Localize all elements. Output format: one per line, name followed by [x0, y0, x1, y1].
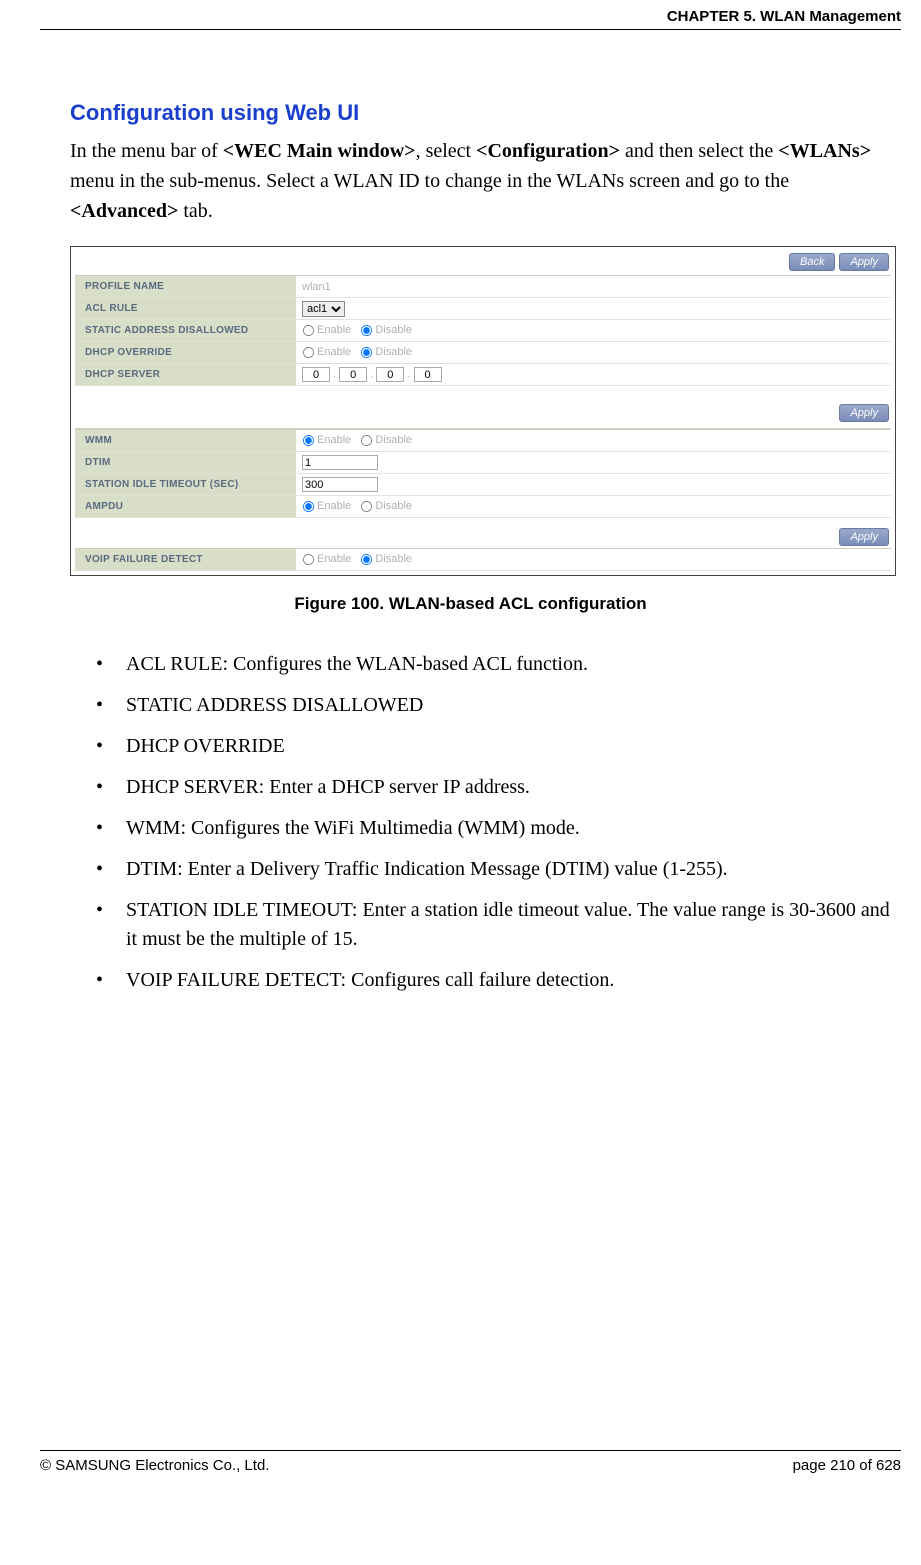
intro-bold: <Advanced>	[70, 200, 178, 222]
back-button[interactable]: Back	[789, 253, 835, 271]
intro-text: , select	[416, 140, 477, 162]
table-row: DTIM	[75, 452, 891, 474]
chapter-header: CHAPTER 5. WLAN Management	[40, 8, 901, 30]
wmm-disable-radio[interactable]	[361, 435, 372, 446]
static-addr-enable-radio[interactable]	[303, 325, 314, 336]
dhcp-ip-octet-4[interactable]	[414, 367, 442, 382]
copyright-text: © SAMSUNG Electronics Co., Ltd.	[40, 1457, 269, 1474]
bullet-dot: •	[96, 855, 126, 884]
bullet-list: •ACL RULE: Configures the WLAN-based ACL…	[96, 650, 896, 995]
radio-label: Disable	[375, 346, 412, 358]
profile-name-value: wlan1	[302, 281, 331, 293]
bullet-text: STATION IDLE TIMEOUT: Enter a station id…	[126, 896, 896, 954]
list-item: •WMM: Configures the WiFi Multimedia (WM…	[96, 814, 896, 843]
page-footer: © SAMSUNG Electronics Co., Ltd. page 210…	[40, 1450, 901, 1494]
dhcp-override-disable-radio[interactable]	[361, 347, 372, 358]
radio-label: Enable	[317, 346, 351, 358]
intro-text: and then select the	[620, 140, 778, 162]
row-label: DHCP OVERRIDE	[75, 342, 296, 364]
dhcp-override-enable-radio[interactable]	[303, 347, 314, 358]
bullet-dot: •	[96, 966, 126, 995]
table-row: DHCP SERVER . . .	[75, 364, 891, 386]
bullet-dot: •	[96, 814, 126, 843]
bullet-dot: •	[96, 691, 126, 720]
apply-button[interactable]: Apply	[839, 253, 889, 271]
section-title: Configuration using Web UI	[70, 100, 901, 126]
intro-bold: <Configuration>	[476, 140, 620, 162]
list-item: •STATION IDLE TIMEOUT: Enter a station i…	[96, 896, 896, 954]
radio-label: Disable	[375, 434, 412, 446]
radio-label: Enable	[317, 553, 351, 565]
intro-text: menu in the sub-menus. Select a WLAN ID …	[70, 170, 789, 192]
apply-button[interactable]: Apply	[839, 404, 889, 422]
ampdu-disable-radio[interactable]	[361, 501, 372, 512]
intro-text: tab.	[178, 200, 212, 222]
station-idle-timeout-input[interactable]	[302, 477, 378, 492]
voip-failure-disable-radio[interactable]	[361, 554, 372, 565]
row-label: DHCP SERVER	[75, 364, 296, 386]
bullet-dot: •	[96, 896, 126, 954]
acl-rule-select[interactable]: acl1	[302, 301, 345, 317]
intro-bold: <WEC Main window>	[223, 140, 416, 162]
intro-text: In the menu bar of	[70, 140, 223, 162]
bullet-dot: •	[96, 773, 126, 802]
dhcp-ip-octet-1[interactable]	[302, 367, 330, 382]
bullet-text: DTIM: Enter a Delivery Traffic Indicatio…	[126, 855, 728, 884]
bullet-text: ACL RULE: Configures the WLAN-based ACL …	[126, 650, 588, 679]
config-table-3: VOIP FAILURE DETECT Enable Disable	[75, 548, 891, 571]
list-item: •DHCP SERVER: Enter a DHCP server IP add…	[96, 773, 896, 802]
bullet-text: VOIP FAILURE DETECT: Configures call fai…	[126, 966, 614, 995]
figure-caption: Figure 100. WLAN-based ACL configuration	[40, 594, 901, 614]
bullet-text: STATIC ADDRESS DISALLOWED	[126, 691, 423, 720]
table-row: VOIP FAILURE DETECT Enable Disable	[75, 549, 891, 571]
table-row: DHCP OVERRIDE Enable Disable	[75, 342, 891, 364]
bullet-dot: •	[96, 732, 126, 761]
table-row: ACL RULE acl1	[75, 298, 891, 320]
wmm-enable-radio[interactable]	[303, 435, 314, 446]
bullet-text: DHCP SERVER: Enter a DHCP server IP addr…	[126, 773, 530, 802]
row-label: AMPDU	[75, 496, 296, 518]
dhcp-ip-octet-3[interactable]	[376, 367, 404, 382]
bullet-text: DHCP OVERRIDE	[126, 732, 285, 761]
list-item: •DHCP OVERRIDE	[96, 732, 896, 761]
table-row: PROFILE NAME wlan1	[75, 276, 891, 298]
bullet-dot: •	[96, 650, 126, 679]
row-label: VOIP FAILURE DETECT	[75, 549, 296, 571]
radio-label: Enable	[317, 324, 351, 336]
row-label: PROFILE NAME	[75, 276, 296, 298]
intro-bold: <WLANs>	[778, 140, 871, 162]
figure-screenshot: Back Apply PROFILE NAME wlan1 ACL RULE a…	[70, 246, 896, 576]
ampdu-enable-radio[interactable]	[303, 501, 314, 512]
config-table-1: PROFILE NAME wlan1 ACL RULE acl1 STATIC …	[75, 275, 891, 386]
row-label: STATIC ADDRESS DISALLOWED	[75, 320, 296, 342]
row-label: WMM	[75, 430, 296, 452]
dtim-input[interactable]	[302, 455, 378, 470]
row-label: STATION IDLE TIMEOUT (SEC)	[75, 474, 296, 496]
table-row: STATION IDLE TIMEOUT (SEC)	[75, 474, 891, 496]
bullet-text: WMM: Configures the WiFi Multimedia (WMM…	[126, 814, 580, 843]
radio-label: Enable	[317, 434, 351, 446]
list-item: •VOIP FAILURE DETECT: Configures call fa…	[96, 966, 896, 995]
page-number: page 210 of 628	[793, 1457, 901, 1474]
row-label: DTIM	[75, 452, 296, 474]
row-label: ACL RULE	[75, 298, 296, 320]
list-item: •DTIM: Enter a Delivery Traffic Indicati…	[96, 855, 896, 884]
voip-failure-enable-radio[interactable]	[303, 554, 314, 565]
list-item: •STATIC ADDRESS DISALLOWED	[96, 691, 896, 720]
radio-label: Disable	[375, 500, 412, 512]
radio-label: Disable	[375, 553, 412, 565]
intro-paragraph: In the menu bar of <WEC Main window>, se…	[70, 136, 896, 226]
apply-button[interactable]: Apply	[839, 528, 889, 546]
radio-label: Enable	[317, 500, 351, 512]
radio-label: Disable	[375, 324, 412, 336]
table-row: AMPDU Enable Disable	[75, 496, 891, 518]
table-row: WMM Enable Disable	[75, 430, 891, 452]
table-row: STATIC ADDRESS DISALLOWED Enable Disable	[75, 320, 891, 342]
config-table-2: WMM Enable Disable DTIM STATION IDLE TIM…	[75, 429, 891, 518]
static-addr-disable-radio[interactable]	[361, 325, 372, 336]
list-item: •ACL RULE: Configures the WLAN-based ACL…	[96, 650, 896, 679]
dhcp-ip-octet-2[interactable]	[339, 367, 367, 382]
